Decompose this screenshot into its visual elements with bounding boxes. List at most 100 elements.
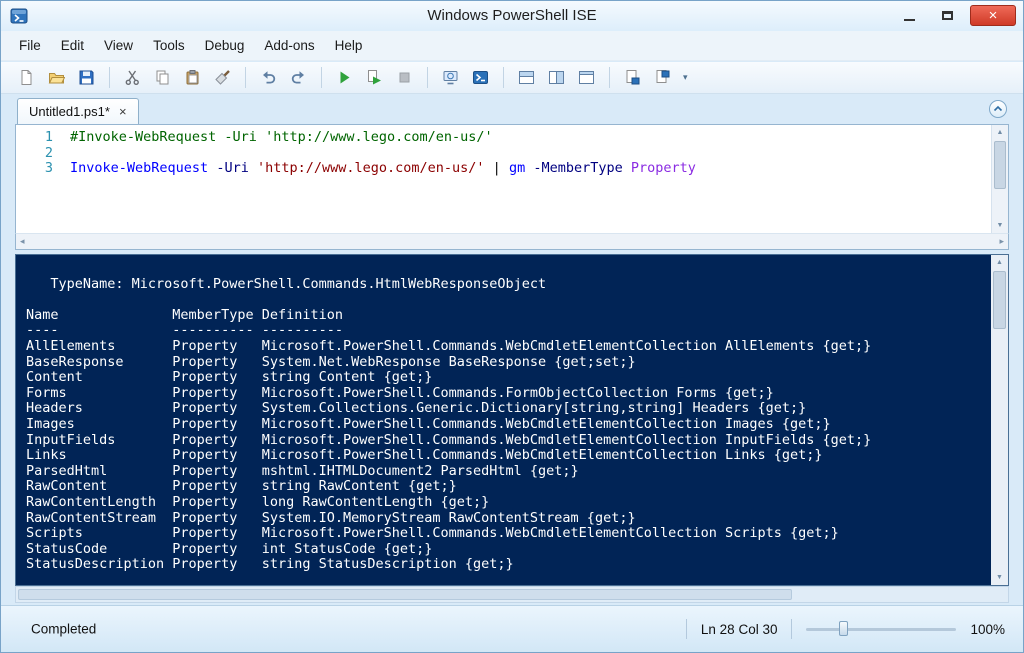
command-window-icon [626, 70, 640, 85]
paste-icon [186, 70, 199, 85]
zoom-slider-track[interactable] [806, 628, 957, 631]
toolbar-separator [109, 67, 110, 88]
run-script-icon [340, 71, 350, 84]
code-line: 3 Invoke-WebRequest -Uri 'http://www.lego… [16, 160, 991, 177]
zoom-slider-thumb[interactable] [839, 621, 849, 636]
undo-icon [263, 71, 276, 84]
save-icon [79, 70, 94, 85]
editor-vertical-scrollbar[interactable]: ▲ ▼ [991, 125, 1008, 233]
menu-item-file[interactable]: File [9, 33, 51, 58]
show-script-pane-right-button[interactable] [543, 65, 570, 91]
console-hscroll-thumb[interactable] [18, 589, 792, 600]
cut-icon [125, 70, 139, 86]
paste-button[interactable] [179, 65, 206, 91]
toolbar-separator [245, 67, 246, 88]
stop-icon [399, 72, 410, 83]
chevron-up-icon [993, 105, 1003, 112]
toolbar-separator [427, 67, 428, 88]
title-bar: Windows PowerShell ISE × [1, 1, 1023, 31]
line-number: 1 [44, 129, 53, 145]
clear-console-button[interactable] [209, 65, 236, 91]
collapse-script-pane-button[interactable] [989, 100, 1007, 118]
code-line: 1 #Invoke-WebRequest -Uri 'http://www.leg… [16, 129, 991, 146]
menu-item-tools[interactable]: Tools [143, 33, 195, 58]
new-script-button[interactable] [13, 65, 40, 91]
menu-item-add-ons[interactable]: Add-ons [254, 33, 324, 58]
scroll-down-icon[interactable]: ▼ [992, 222, 1008, 229]
maximize-button[interactable] [932, 5, 962, 26]
minimize-button[interactable] [894, 5, 924, 26]
powershell-icon [473, 71, 488, 84]
run-selection-icon [368, 70, 381, 85]
script-pane: 1 #Invoke-WebRequest -Uri 'http://www.leg… [15, 124, 1009, 233]
show-script-pane-toggle-button[interactable] [649, 65, 676, 91]
editor-scroll-thumb[interactable] [994, 141, 1006, 189]
run-script-button[interactable] [331, 65, 358, 91]
menu-item-view[interactable]: View [94, 33, 143, 58]
menu-item-debug[interactable]: Debug [195, 33, 255, 58]
cut-button[interactable] [119, 65, 146, 91]
script-pane-toggle-icon [656, 70, 670, 83]
show-script-pane-top-button[interactable] [513, 65, 540, 91]
tab-untitled1[interactable]: Untitled1.ps1* × [17, 98, 139, 124]
line-number: 3 [44, 160, 53, 176]
new-remote-powershell-tab-button[interactable] [437, 65, 464, 91]
editor-horizontal-scrollbar[interactable]: ◂ ▸ [15, 233, 1009, 250]
minimize-icon [903, 19, 915, 21]
remote-tab-icon [443, 71, 458, 85]
save-button[interactable] [73, 65, 100, 91]
menu-item-edit[interactable]: Edit [51, 33, 94, 58]
close-button[interactable]: × [970, 5, 1016, 26]
open-script-button[interactable] [43, 65, 70, 91]
scroll-up-icon[interactable]: ▲ [991, 259, 1008, 266]
show-script-pane-maximized-button[interactable] [573, 65, 600, 91]
split-horizontal-icon [519, 71, 534, 84]
console-pane[interactable]: TypeName: Microsoft.PowerShell.Commands.… [15, 254, 1009, 586]
clear-console-icon [215, 70, 230, 85]
copy-icon [156, 70, 169, 85]
scroll-up-icon[interactable]: ▲ [992, 129, 1008, 136]
undo-button[interactable] [255, 65, 282, 91]
cursor-position: Ln 28 Col 30 [700, 621, 778, 637]
line-number: 2 [44, 144, 53, 161]
status-bar-right: Ln 28 Col 30 100% [685, 606, 1005, 652]
maximized-pane-icon [579, 71, 594, 84]
scroll-down-icon[interactable]: ▼ [991, 574, 1008, 581]
start-powershell-button[interactable] [467, 65, 494, 91]
status-bar: Completed Ln 28 Col 30 100% [1, 605, 1023, 652]
tab-label: Untitled1.ps1* [29, 104, 110, 119]
scroll-right-icon[interactable]: ▸ [999, 234, 1004, 249]
new-script-icon [21, 70, 32, 85]
console-output[interactable]: TypeName: Microsoft.PowerShell.Commands.… [16, 255, 991, 585]
run-selection-button[interactable] [361, 65, 388, 91]
menu-item-help[interactable]: Help [325, 33, 373, 58]
redo-button[interactable] [285, 65, 312, 91]
stop-operation-button[interactable] [391, 65, 418, 91]
code-text: Invoke-WebRequest -Uri 'http://www.lego.… [70, 160, 696, 176]
toolbar-overflow-icon[interactable]: ▾ [683, 72, 688, 83]
console-horizontal-scrollbar[interactable] [15, 586, 1009, 603]
maximize-icon [941, 11, 953, 20]
console-vertical-scrollbar[interactable]: ▲ ▼ [991, 255, 1008, 585]
status-text: Completed [31, 621, 97, 637]
zoom-slider[interactable] [806, 620, 957, 638]
toolbar-separator [503, 67, 504, 88]
code-text: #Invoke-WebRequest -Uri 'http://www.lego… [70, 129, 493, 145]
console-scroll-thumb[interactable] [993, 271, 1006, 329]
status-separator [685, 619, 687, 639]
close-icon: × [988, 7, 998, 24]
toolbar-separator [321, 67, 322, 88]
open-folder-icon [48, 73, 65, 84]
split-vertical-icon [549, 71, 564, 84]
redo-icon [291, 71, 304, 84]
code-line: 2 [16, 144, 991, 162]
scroll-left-icon[interactable]: ◂ [20, 234, 25, 249]
toolbar: ▾ [1, 62, 1023, 94]
window-title: Windows PowerShell ISE [427, 7, 597, 24]
show-command-window-button[interactable] [619, 65, 646, 91]
menu-bar: File Edit View Tools Debug Add-ons Help [1, 31, 1023, 61]
tab-close-icon[interactable]: × [119, 105, 127, 118]
ise-window: Windows PowerShell ISE × File Edit View Too… [0, 0, 1024, 653]
copy-button[interactable] [149, 65, 176, 91]
script-editor[interactable]: 1 #Invoke-WebRequest -Uri 'http://www.leg… [16, 125, 991, 233]
